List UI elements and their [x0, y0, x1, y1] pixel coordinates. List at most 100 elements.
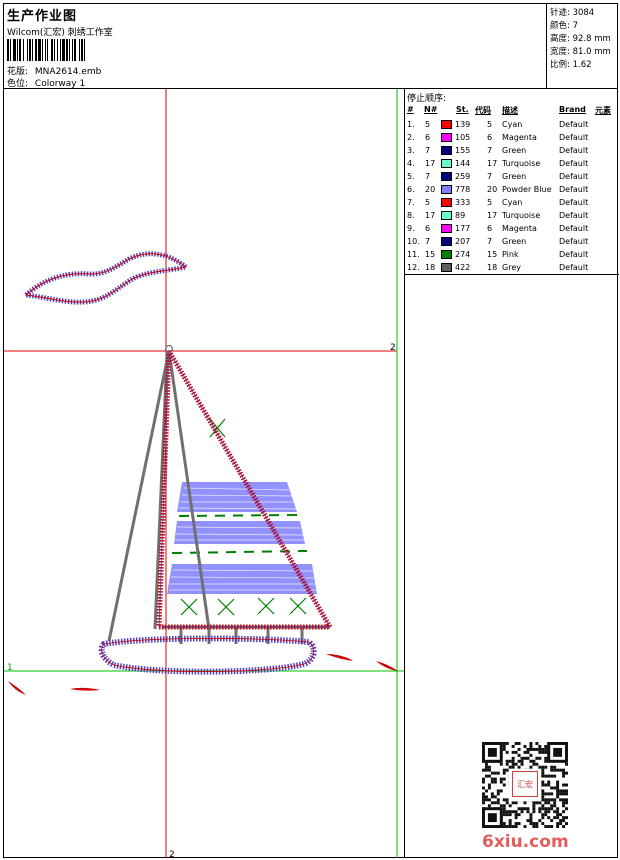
stat-stitches: 针迹: 3084 [550, 6, 594, 18]
design-canvas: 2 1 2 [4, 89, 404, 858]
qr-seal: 汇宏 [512, 771, 538, 797]
stop-desc: Magenta [502, 133, 537, 142]
stop-st: 274 [455, 250, 471, 259]
guide-marker-top-right: 2 [390, 343, 396, 353]
stop-needle: 15 [425, 250, 436, 259]
col-header-desc: 描述 [502, 106, 518, 115]
stop-desc: Turquoise [502, 159, 541, 168]
stat-value: 1.62 [572, 60, 592, 70]
stop-brand: Default [559, 211, 589, 220]
stat-label: 比例: [550, 60, 570, 70]
stop-row: 6. 20 778 20 Powder Blue Default [405, 183, 619, 196]
stop-desc: Green [502, 237, 527, 246]
stat-value: 92.8 mm [572, 34, 611, 44]
col-header-num: # [407, 105, 414, 114]
stop-brand: Default [559, 237, 589, 246]
stat-height: 高度: 92.8 mm [550, 32, 611, 44]
header-panel: 生产作业图 Wilcom(汇宏) 刺绣工作室 花版: MNA2614.emb 色… [4, 4, 547, 89]
col-header-brand: Brand [559, 105, 586, 114]
worksheet: 生产作业图 Wilcom(汇宏) 刺绣工作室 花版: MNA2614.emb 色… [3, 3, 619, 858]
stop-brand: Default [559, 146, 589, 155]
stop-code: 6 [487, 224, 493, 233]
stop-num: 3. [407, 146, 415, 155]
stop-code: 6 [487, 133, 493, 142]
stats-panel: 针迹: 3084 颜色: 7 高度: 92.8 mm 宽度: 81.0 mm 比… [547, 4, 618, 89]
stop-needle: 6 [425, 133, 431, 142]
stop-code: 5 [487, 198, 493, 207]
stop-num: 6. [407, 185, 415, 194]
color-swatch [441, 250, 452, 259]
color-swatch [441, 172, 452, 181]
stop-row: 9. 6 177 6 Magenta Default [405, 222, 619, 235]
stat-value: 3084 [572, 8, 595, 18]
stop-num: 11. [407, 250, 420, 259]
stop-row: 1. 5 139 5 Cyan Default [405, 118, 619, 131]
stop-brand: Default [559, 185, 589, 194]
color-swatch [441, 159, 452, 168]
stop-num: 9. [407, 224, 415, 233]
color-swatch [441, 133, 452, 142]
colorway-value: Colorway 1 [34, 79, 86, 89]
stop-row: 4. 17 144 17 Turquoise Default [405, 157, 619, 170]
stop-needle: 7 [425, 172, 431, 181]
color-swatch [441, 263, 452, 272]
stop-brand: Default [559, 120, 589, 129]
stop-code: 17 [487, 211, 498, 220]
stop-num: 1. [407, 120, 415, 129]
col-header-element: 元素 [595, 106, 611, 115]
stat-scale: 比例: 1.62 [550, 58, 592, 70]
stop-needle: 5 [425, 120, 431, 129]
colorway-label: 色位: [7, 79, 29, 89]
company-name: Wilcom(汇宏) 刺绣工作室 [7, 28, 113, 38]
stop-sequence-table: 停止顺序: # N# St. 代码 描述 Brand 元素 1. 5 139 5 Cya… [405, 89, 619, 275]
stop-brand: Default [559, 159, 589, 168]
color-swatch [441, 237, 452, 246]
stop-desc: Green [502, 172, 527, 181]
stop-code: 7 [487, 172, 493, 181]
stop-num: 4. [407, 159, 415, 168]
stop-desc: Cyan [502, 120, 523, 129]
stop-code: 7 [487, 237, 493, 246]
stop-sequence-title: 停止顺序: [407, 94, 447, 104]
stop-code: 20 [487, 185, 498, 194]
guide-marker-left: 1 [7, 663, 13, 673]
stop-st: 89 [455, 211, 466, 220]
stop-needle: 20 [425, 185, 436, 194]
stop-code: 7 [487, 146, 493, 155]
stop-desc: Powder Blue [502, 185, 552, 194]
stop-desc: Pink [502, 250, 519, 259]
stop-st: 139 [455, 120, 471, 129]
stop-code: 15 [487, 250, 498, 259]
stop-st: 177 [455, 224, 471, 233]
col-header-stitches: St. [456, 105, 469, 114]
stop-st: 333 [455, 198, 471, 207]
color-swatch [441, 211, 452, 220]
stop-desc: Cyan [502, 198, 523, 207]
stop-row: 3. 7 155 7 Green Default [405, 144, 619, 157]
stat-value: 7 [572, 21, 578, 31]
stop-num: 2. [407, 133, 415, 142]
stop-needle: 5 [425, 198, 431, 207]
stop-row: 5. 7 259 7 Green Default [405, 170, 619, 183]
stop-num: 5. [407, 172, 415, 181]
stop-needle: 17 [425, 159, 436, 168]
color-swatch [441, 120, 452, 129]
stop-code: 5 [487, 120, 493, 129]
stop-desc: Magenta [502, 224, 537, 233]
stop-code: 18 [487, 263, 498, 272]
stat-label: 针迹: [550, 8, 570, 18]
stop-st: 155 [455, 146, 471, 155]
stop-row: 10. 7 207 7 Green Default [405, 235, 619, 248]
color-swatch [441, 185, 452, 194]
stat-label: 宽度: [550, 47, 570, 57]
stop-desc: Grey [502, 263, 521, 272]
stop-desc: Turquoise [502, 211, 541, 220]
stop-brand: Default [559, 250, 589, 259]
guide-marker-bottom: 2 [169, 850, 175, 858]
cloud-outline [20, 251, 192, 305]
worksheet-title: 生产作业图 [7, 9, 78, 24]
stop-desc: Green [502, 146, 527, 155]
color-swatch [441, 224, 452, 233]
stat-colors: 颜色: 7 [550, 19, 578, 31]
stat-label: 高度: [550, 34, 570, 44]
